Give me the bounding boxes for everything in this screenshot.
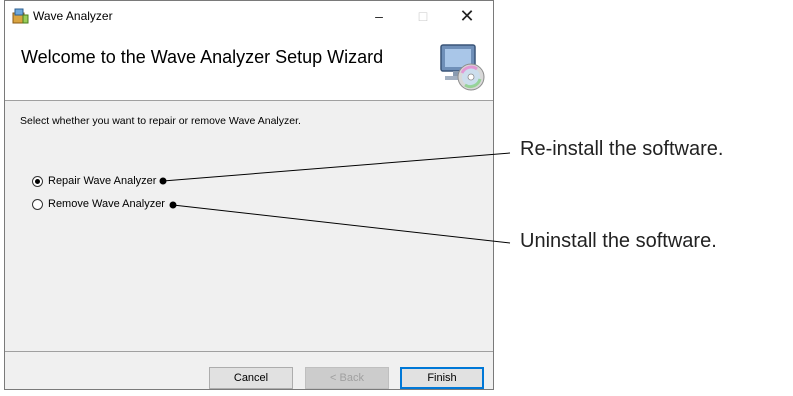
wizard-footer: Cancel < Back Finish: [5, 351, 493, 390]
setup-wizard-window: Wave Analyzer – □ ✕ Welcome to the Wave …: [4, 0, 494, 390]
finish-button[interactable]: Finish: [400, 367, 484, 389]
remove-option-label: Remove Wave Analyzer: [48, 198, 165, 210]
repair-option-label: Repair Wave Analyzer: [48, 175, 157, 187]
remove-annotation: Uninstall the software.: [520, 230, 717, 252]
wizard-title: Welcome to the Wave Analyzer Setup Wizar…: [21, 47, 384, 67]
installer-icon: [12, 8, 29, 24]
window-title: Wave Analyzer: [33, 9, 113, 23]
instruction-text: Select whether you want to repair or rem…: [20, 115, 301, 127]
maximize-button[interactable]: □: [401, 1, 445, 31]
wizard-banner: Welcome to the Wave Analyzer Setup Wizar…: [5, 31, 493, 101]
cancel-button[interactable]: Cancel: [209, 367, 293, 389]
remove-radio[interactable]: [32, 198, 43, 210]
close-button[interactable]: ✕: [445, 1, 489, 31]
stage: Wave Analyzer – □ ✕ Welcome to the Wave …: [0, 0, 793, 396]
back-button[interactable]: < Back: [305, 367, 389, 389]
title-bar[interactable]: Wave Analyzer – □ ✕: [5, 1, 493, 31]
repair-annotation: Re-install the software.: [520, 138, 724, 160]
repair-radio[interactable]: [32, 175, 43, 187]
wizard-content: Select whether you want to repair or rem…: [5, 101, 493, 351]
minimize-button[interactable]: –: [357, 1, 401, 31]
computer-cd-icon: [440, 44, 485, 91]
remove-option[interactable]: Remove Wave Analyzer: [32, 196, 165, 212]
repair-option[interactable]: Repair Wave Analyzer: [32, 173, 156, 189]
